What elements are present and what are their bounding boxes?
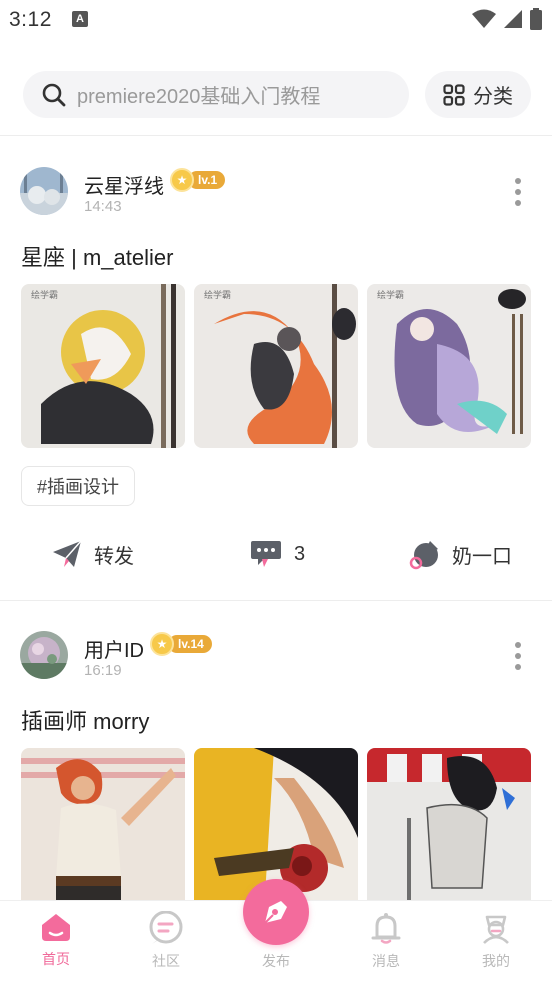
- category-label: 分类: [473, 86, 513, 108]
- level-badge: ★ lv.14: [150, 632, 212, 656]
- tab-label: 我的: [482, 953, 510, 969]
- like-button[interactable]: 奶一口: [408, 530, 512, 578]
- search-input[interactable]: premiere2020基础入门教程: [23, 71, 409, 118]
- tab-label: 消息: [372, 953, 400, 969]
- tab-messages[interactable]: 消息: [346, 911, 426, 975]
- publish-pen-icon: [264, 901, 287, 924]
- status-time: 3:12: [9, 8, 52, 31]
- comment-count: 3: [294, 542, 306, 565]
- paper-plane-icon: [53, 540, 82, 567]
- publish-button[interactable]: [243, 879, 309, 945]
- comment-button[interactable]: 3: [250, 530, 305, 578]
- tab-home[interactable]: 首页: [16, 911, 96, 975]
- post-image[interactable]: 绘学霸: [21, 284, 185, 448]
- post-time: 14:43: [84, 198, 122, 215]
- level-text: lv.14: [168, 635, 212, 653]
- search-icon: [41, 82, 67, 108]
- post-time: 16:19: [84, 662, 122, 679]
- community-icon: [149, 911, 183, 944]
- like-label: 奶一口: [452, 545, 512, 568]
- tab-label: 首页: [42, 951, 70, 967]
- post-image[interactable]: [367, 748, 531, 912]
- profile-icon: [483, 915, 509, 944]
- signal-icon: [504, 10, 522, 28]
- feed-bottle-icon: [409, 541, 438, 570]
- post-title[interactable]: 插画师 morry: [21, 704, 149, 736]
- tab-community[interactable]: 社区: [126, 911, 206, 975]
- bell-icon: [371, 913, 401, 944]
- avatar[interactable]: [20, 631, 68, 679]
- share-label: 转发: [94, 545, 134, 568]
- username[interactable]: 用户ID: [84, 634, 144, 663]
- search-placeholder: premiere2020基础入门教程: [77, 86, 321, 108]
- watermark: 绘学霸: [377, 289, 404, 301]
- battery-icon: [530, 8, 542, 30]
- username[interactable]: 云星浮线: [84, 170, 164, 199]
- post-image[interactable]: [21, 748, 185, 912]
- star-icon: ★: [170, 168, 194, 192]
- category-button[interactable]: 分类: [425, 71, 531, 118]
- tab-label: 发布: [262, 953, 290, 969]
- home-icon: [42, 914, 70, 941]
- action-bar: 转发 3 奶一口: [0, 530, 552, 578]
- post-image[interactable]: 绘学霸: [194, 284, 358, 448]
- more-options-icon[interactable]: [510, 178, 526, 206]
- divider: [0, 135, 552, 136]
- share-button[interactable]: 转发: [52, 530, 134, 578]
- status-icons: [472, 8, 542, 30]
- tab-label: 社区: [152, 953, 180, 969]
- watermark: 绘学霸: [31, 289, 58, 301]
- tag-chip[interactable]: #插画设计: [21, 466, 136, 506]
- grid-icon: [443, 83, 465, 106]
- app-notification-icon: A: [72, 11, 88, 27]
- wifi-icon: [472, 9, 496, 28]
- post-title[interactable]: 星座 | m_atelier: [21, 240, 173, 272]
- post-image[interactable]: 绘学霸: [367, 284, 531, 448]
- avatar[interactable]: [20, 167, 68, 215]
- more-options-icon[interactable]: [510, 642, 526, 670]
- star-icon: ★: [150, 632, 174, 656]
- comment-icon: [251, 541, 281, 567]
- divider: [0, 600, 552, 601]
- image-row: 绘学霸 绘学霸 绘学霸: [21, 284, 531, 448]
- watermark: 绘学霸: [204, 289, 231, 301]
- status-bar: 3:12 A: [0, 0, 552, 40]
- level-badge: ★ lv.1: [170, 168, 226, 192]
- tab-profile[interactable]: 我的: [456, 911, 536, 975]
